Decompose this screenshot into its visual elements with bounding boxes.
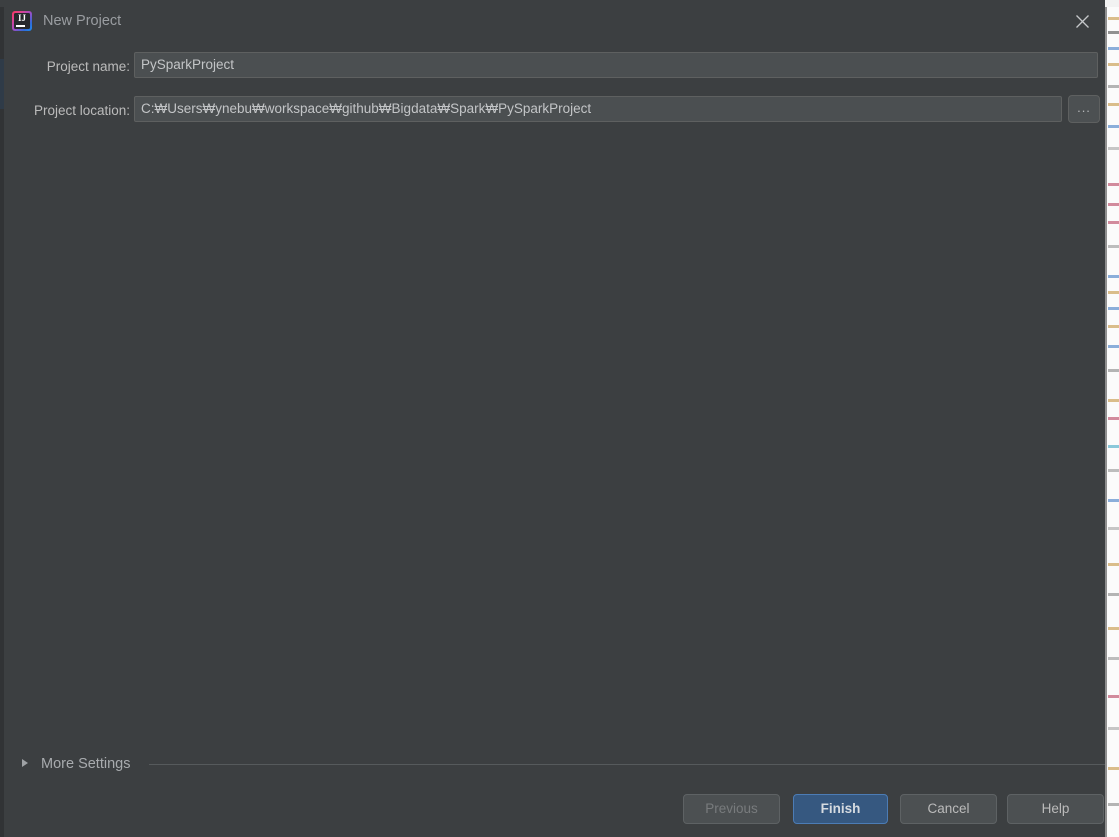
intellij-idea-icon-letters: IJ bbox=[17, 13, 26, 23]
background-window-code-line bbox=[1108, 103, 1119, 106]
background-window-code-line bbox=[1108, 563, 1119, 566]
background-window-code-line bbox=[1108, 183, 1119, 186]
background-window-code-line bbox=[1108, 147, 1119, 150]
background-window-code-line bbox=[1108, 469, 1119, 472]
more-settings-label: More Settings bbox=[41, 756, 131, 772]
background-window-code-line bbox=[1108, 727, 1119, 730]
project-name-label: Project name: bbox=[46, 59, 130, 74]
dialog-titlebar: IJ New Project bbox=[4, 0, 1105, 42]
background-window-code-line bbox=[1108, 63, 1119, 66]
new-project-dialog: IJ New Project Project name: PySparkProj… bbox=[4, 0, 1105, 837]
project-name-input[interactable]: PySparkProject bbox=[134, 52, 1098, 78]
background-window-code-line bbox=[1108, 527, 1119, 530]
background-window-toolbar-far-right bbox=[1104, 0, 1119, 7]
background-window-code-line bbox=[1108, 767, 1119, 770]
more-settings-separator bbox=[149, 764, 1105, 765]
background-window-code-line bbox=[1108, 695, 1119, 698]
background-window-code-line bbox=[1108, 203, 1119, 206]
background-window-code-line bbox=[1108, 31, 1119, 34]
background-window-code-line bbox=[1108, 85, 1119, 88]
intellij-idea-icon-inner: IJ bbox=[14, 13, 30, 29]
background-window-code-line bbox=[1108, 47, 1119, 50]
background-window-code-line bbox=[1108, 17, 1119, 20]
project-location-label: Project location: bbox=[33, 103, 130, 118]
intellij-idea-icon-bar bbox=[16, 25, 25, 27]
background-window-code-line bbox=[1108, 245, 1119, 248]
close-icon[interactable] bbox=[1059, 0, 1105, 42]
background-window-code-line bbox=[1108, 417, 1119, 420]
background-window-code-line bbox=[1108, 221, 1119, 224]
background-window-code-line bbox=[1108, 369, 1119, 372]
background-window-code-line bbox=[1108, 499, 1119, 502]
browse-location-button[interactable]: ... bbox=[1068, 95, 1100, 123]
background-window-code-line bbox=[1108, 399, 1119, 402]
background-window-right-sliver bbox=[1105, 7, 1119, 837]
background-window-code-line bbox=[1108, 657, 1119, 660]
dialog-title: New Project bbox=[43, 13, 122, 29]
background-window-code-line bbox=[1108, 291, 1119, 294]
background-window-code-line bbox=[1108, 325, 1119, 328]
background-window-code-line bbox=[1108, 125, 1119, 128]
intellij-idea-icon: IJ bbox=[12, 11, 32, 31]
project-location-input[interactable]: C:₩Users₩ynebu₩workspace₩github₩Bigdata₩… bbox=[134, 96, 1062, 122]
chevron-right-icon bbox=[22, 759, 28, 767]
background-window-code-line bbox=[1108, 345, 1119, 348]
background-window-code-line bbox=[1108, 593, 1119, 596]
background-window-code-line bbox=[1108, 445, 1119, 448]
finish-button[interactable]: Finish bbox=[793, 794, 888, 824]
background-window-right-edge bbox=[1105, 7, 1107, 837]
cancel-button[interactable]: Cancel bbox=[900, 794, 997, 824]
background-window-code-line bbox=[1108, 275, 1119, 278]
help-button[interactable]: Help bbox=[1007, 794, 1104, 824]
previous-button[interactable]: Previous bbox=[683, 794, 780, 824]
background-window-code-line bbox=[1108, 803, 1119, 806]
background-window-code-line bbox=[1108, 307, 1119, 310]
background-window-code-line bbox=[1108, 627, 1119, 630]
desktop-background: IJ New Project Project name: PySparkProj… bbox=[0, 0, 1119, 837]
more-settings-section[interactable]: More Settings bbox=[4, 753, 1105, 777]
